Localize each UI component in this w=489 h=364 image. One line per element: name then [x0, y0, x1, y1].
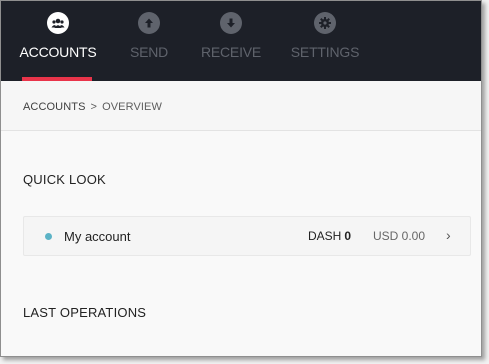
balance-currency: DASH	[308, 229, 342, 243]
tab-send-label: SEND	[129, 44, 169, 60]
send-icon	[138, 12, 160, 34]
breadcrumb-separator: >	[90, 101, 98, 113]
account-fiat-value: USD 0.00	[373, 229, 426, 243]
last-operations-title: LAST OPERATIONS	[23, 305, 147, 320]
tab-settings-label: SETTINGS	[290, 44, 360, 60]
account-balance: DASH 0	[308, 229, 351, 243]
tab-receive[interactable]: RECEIVE	[200, 1, 262, 81]
accounts-icon	[47, 12, 69, 34]
breadcrumb: ACCOUNTS > OVERVIEW	[23, 101, 162, 113]
tab-accounts-label: ACCOUNTS	[19, 44, 97, 60]
account-status-dot	[45, 233, 52, 240]
top-nav-bar: ACCOUNTS SEND RECEIVE SETTINGS	[1, 1, 481, 81]
receive-icon	[220, 12, 242, 34]
tab-accounts[interactable]: ACCOUNTS	[20, 1, 97, 81]
tab-receive-label: RECEIVE	[200, 44, 262, 60]
account-name: My account	[64, 229, 131, 244]
breadcrumb-accounts[interactable]: ACCOUNTS	[23, 101, 86, 113]
account-row[interactable]: My account DASH 0 USD 0.00 ›	[23, 216, 471, 256]
chevron-right-icon: ›	[446, 227, 451, 243]
app-window: ACCOUNTS SEND RECEIVE SETTINGS ACCOUNTS …	[0, 0, 482, 357]
settings-icon	[314, 12, 336, 34]
breadcrumb-bar: ACCOUNTS > OVERVIEW	[1, 81, 481, 131]
breadcrumb-overview: OVERVIEW	[102, 101, 162, 113]
quick-look-title: QUICK LOOK	[23, 172, 106, 187]
balance-amount: 0	[344, 229, 352, 243]
tab-settings[interactable]: SETTINGS	[290, 1, 360, 81]
tab-send[interactable]: SEND	[129, 1, 169, 81]
